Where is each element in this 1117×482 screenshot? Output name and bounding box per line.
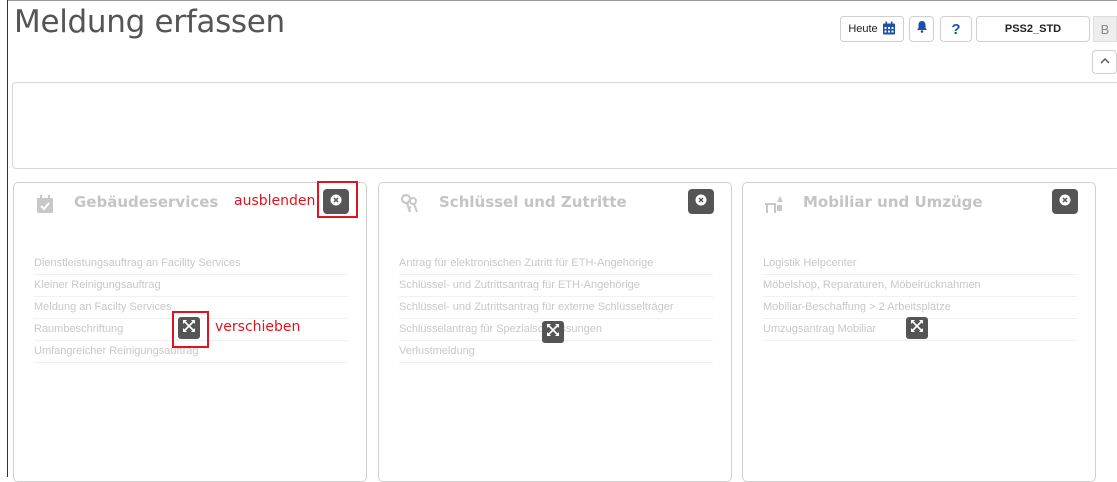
bell-icon [916, 20, 928, 38]
list-item[interactable]: Mobiliar-Beschaffung > 2 Arbeitsplätze [763, 297, 1077, 319]
calendar-check-icon [34, 193, 56, 215]
card-title: Schlüssel und Zutritte [439, 193, 627, 211]
list-item[interactable]: Dienstleistungsauftrag an Facility Servi… [34, 253, 348, 275]
window-left-border [7, 0, 8, 477]
list-item[interactable]: Kleiner Reinigungsauftrag [34, 275, 348, 297]
furniture-move-icon [763, 193, 785, 215]
collapse-button[interactable] [1092, 50, 1117, 74]
today-button[interactable]: Heute [840, 16, 904, 42]
list-item[interactable]: Schlüssel- und Zutrittsantrag für ETH-An… [399, 275, 713, 297]
move-arrows-icon [910, 319, 924, 338]
help-button[interactable]: ? [940, 16, 972, 42]
list-item[interactable]: Möbelshop, Reparaturen, Möbelrücknahmen [763, 275, 1077, 297]
today-label: Heute [848, 23, 878, 35]
page-title: Meldung erfassen [14, 4, 285, 40]
hide-card-button[interactable] [688, 189, 714, 214]
card-title: Mobiliar und Umzüge [803, 193, 983, 211]
hide-annotation-label: ausblenden [234, 193, 316, 209]
hide-card-button[interactable] [1052, 189, 1078, 214]
close-circle-icon [695, 193, 707, 211]
move-annotation-label: verschieben [215, 319, 301, 335]
calendar-icon [882, 21, 896, 38]
move-card-handle[interactable] [542, 321, 564, 343]
keys-icon [399, 193, 421, 215]
list-item[interactable]: Logistik Helpcenter [763, 253, 1077, 275]
card-schluessel-zutritte: Schlüssel und Zutritte Antrag für elektr… [378, 182, 732, 482]
user-select[interactable]: PSS2_STD [976, 16, 1090, 42]
list-item[interactable]: Verlustmeldung [399, 341, 713, 363]
search-panel [12, 82, 1117, 169]
chevron-up-icon [1100, 56, 1110, 68]
close-circle-icon [1059, 193, 1071, 211]
window-top-border [7, 0, 1117, 1]
move-arrows-icon [546, 323, 560, 342]
move-annotation-box [172, 311, 209, 348]
notifications-button[interactable] [909, 16, 934, 42]
list-item[interactable]: Antrag für elektronischen Zutritt für ET… [399, 253, 713, 275]
card-mobiliar-umzuege: Mobiliar und Umzüge Logistik Helpcenter … [742, 182, 1096, 482]
move-card-handle[interactable] [906, 317, 928, 339]
card-item-list: Antrag für elektronischen Zutritt für ET… [399, 253, 713, 363]
card-title: Gebäudeservices [74, 193, 219, 211]
list-item[interactable]: Schlüssel- und Zutrittsantrag für extern… [399, 297, 713, 319]
avatar[interactable]: B [1093, 16, 1117, 42]
hide-annotation-box [317, 181, 358, 218]
